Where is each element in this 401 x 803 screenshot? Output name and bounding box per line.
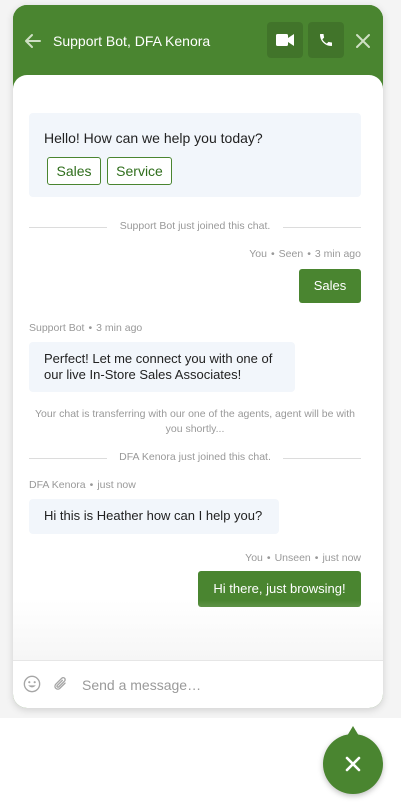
bot-joined-text: Support Bot just joined this chat. (119, 220, 271, 232)
message-time: 3 min ago (314, 248, 361, 260)
incoming-message: Perfect! Let me connect you with one of … (29, 342, 295, 392)
video-call-button[interactable] (267, 22, 303, 58)
chat-header: Support Bot, DFA Kenora (13, 5, 383, 75)
close-icon (345, 756, 361, 772)
message-time: 3 min ago (96, 322, 143, 334)
outgoing-message: Sales (299, 269, 361, 303)
emoji-icon[interactable] (23, 675, 41, 693)
message-meta: You • Unseen • just now (245, 552, 361, 564)
message-time: just now (97, 479, 136, 491)
agent-joined-text: DFA Kenora just joined this chat. (119, 451, 271, 463)
message-input[interactable] (82, 673, 362, 697)
video-camera-icon (276, 34, 294, 46)
greeting-card: Hello! How can we help you today? Sales … (29, 113, 361, 197)
phone-call-button[interactable] (308, 22, 344, 58)
message-meta: DFA Kenora • just now (29, 479, 136, 491)
message-composer (13, 660, 383, 708)
bot-joined-notice: Support Bot just joined this chat. (29, 220, 361, 232)
chat-transcript[interactable]: Hello! How can we help you today? Sales … (13, 75, 383, 660)
message-meta: You • Seen • 3 min ago (249, 248, 361, 260)
message-status: Seen (278, 248, 304, 260)
paperclip-icon[interactable] (52, 675, 70, 693)
message-author: You (249, 248, 267, 260)
phone-icon (320, 34, 332, 46)
message-author: You (245, 552, 263, 564)
chat-launcher-button[interactable] (323, 726, 383, 794)
message-status: Unseen (274, 552, 311, 564)
service-option-button[interactable]: Service (107, 157, 172, 185)
message-meta: Support Bot • 3 min ago (29, 322, 143, 334)
incoming-message: Hi this is Heather how can I help you? (29, 499, 279, 534)
chat-title: Support Bot, DFA Kenora (53, 33, 211, 49)
outgoing-message: Hi there, just browsing! (198, 571, 361, 607)
arrow-left-icon[interactable] (23, 31, 43, 51)
message-time: just now (322, 552, 361, 564)
message-author: Support Bot (29, 322, 85, 334)
greeting-text: Hello! How can we help you today? (44, 130, 263, 146)
close-icon[interactable] (353, 31, 373, 51)
sales-option-button[interactable]: Sales (47, 157, 101, 185)
agent-joined-notice: DFA Kenora just joined this chat. (29, 451, 361, 463)
message-author: DFA Kenora (29, 479, 86, 491)
transfer-notice: Your chat is transferring with our one o… (34, 408, 356, 435)
chat-widget: Support Bot, DFA Kenora Hello! How can w… (13, 5, 383, 708)
